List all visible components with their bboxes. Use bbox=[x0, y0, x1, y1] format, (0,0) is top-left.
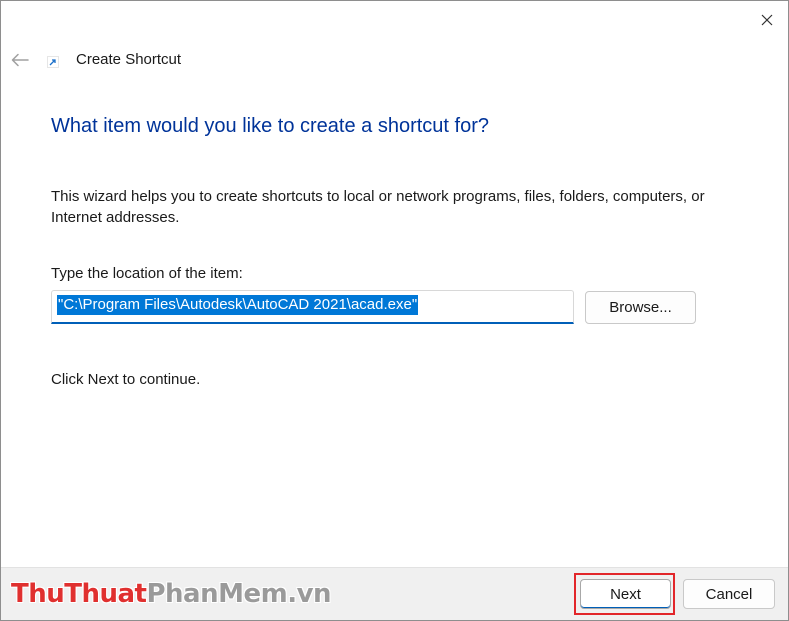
watermark-part-3: .vn bbox=[287, 579, 332, 609]
watermark-part-2: PhanMem bbox=[146, 579, 288, 609]
location-label: Type the location of the item: bbox=[51, 265, 243, 282]
shortcut-arrow-icon bbox=[47, 55, 59, 68]
close-button[interactable] bbox=[750, 5, 784, 35]
browse-button[interactable]: Browse... bbox=[585, 291, 696, 324]
wizard-description: This wizard helps you to create shortcut… bbox=[51, 188, 705, 226]
location-input[interactable]: "C:\Program Files\Autodesk\AutoCAD 2021\… bbox=[51, 290, 574, 324]
back-arrow-icon bbox=[11, 53, 29, 67]
watermark-part-1: ThuThuat bbox=[11, 579, 147, 609]
back-button[interactable] bbox=[7, 47, 33, 73]
cancel-button[interactable]: Cancel bbox=[683, 579, 775, 609]
page-heading: What item would you like to create a sho… bbox=[51, 115, 489, 137]
next-button[interactable]: Next bbox=[580, 579, 671, 609]
window-title: Create Shortcut bbox=[76, 51, 182, 68]
watermark-logo: ThuThuatPhanMem.vn bbox=[11, 576, 332, 612]
close-icon bbox=[761, 14, 773, 26]
location-input-value: "C:\Program Files\Autodesk\AutoCAD 2021\… bbox=[57, 295, 419, 315]
continue-instruction: Click Next to continue. bbox=[51, 371, 201, 388]
create-shortcut-window: Create Shortcut What item would you like… bbox=[0, 0, 789, 621]
